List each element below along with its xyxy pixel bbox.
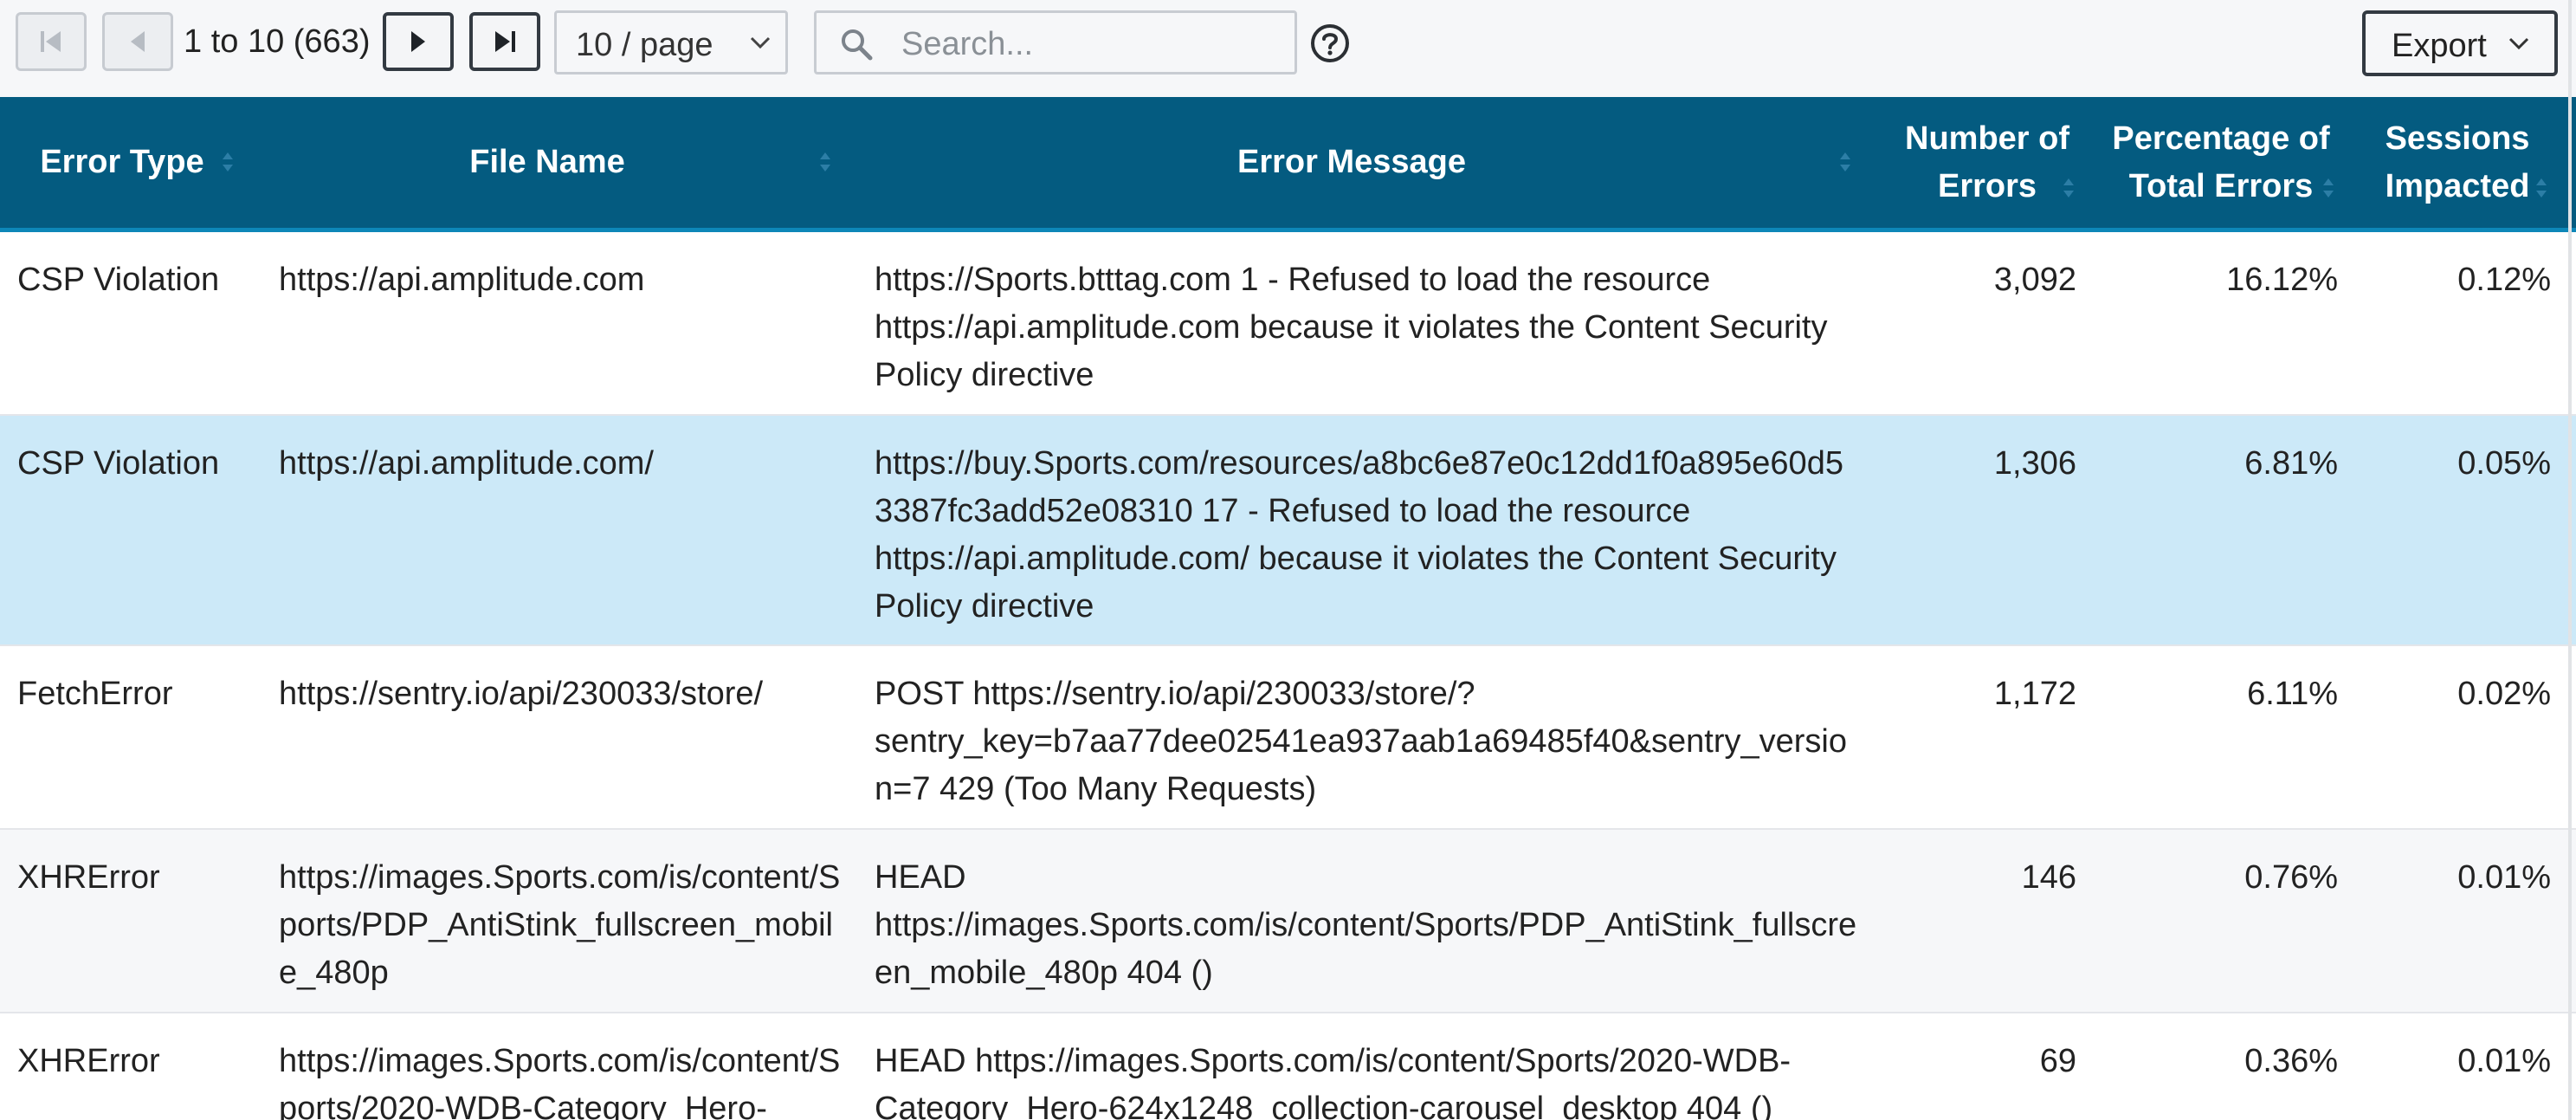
column-header-percentage-of-total-errors[interactable]: Percentage of Total Errors: [2095, 97, 2347, 228]
cell-sessions-impacted: 0.02%: [2457, 676, 2551, 712]
cell-error-message: POST https://sentry.io/api/230033/store/…: [875, 676, 1847, 807]
help-button[interactable]: [1309, 23, 1351, 68]
export-label: Export: [2392, 28, 2487, 64]
table-row[interactable]: XHRError https://images.Sports.com/is/co…: [0, 1013, 2576, 1120]
table-row[interactable]: CSP Violation https://api.amplitude.com …: [0, 232, 2576, 416]
cell-number-of-errors: 3,092: [1993, 262, 2076, 298]
sort-icon[interactable]: [2063, 177, 2075, 199]
cell-number-of-errors: 1,172: [1993, 676, 2076, 712]
cell-file-name: https://api.amplitude.com: [279, 262, 645, 298]
sort-icon[interactable]: [2322, 177, 2334, 199]
table-header: Error Type File Name Error Message Numbe…: [0, 97, 2576, 232]
cell-file-name: https://sentry.io/api/230033/store/: [279, 676, 764, 712]
cell-error-type: XHRError: [17, 1043, 160, 1079]
sort-icon[interactable]: [222, 151, 234, 173]
cell-file-name: https://api.amplitude.com/: [279, 445, 654, 482]
pagination-range: 1 to 10 (663): [184, 23, 371, 60]
search-icon: [842, 29, 873, 61]
grid-right-border: [2568, 0, 2572, 1120]
next-page-icon: [411, 31, 425, 52]
grid-toolbar: 1 to 10 (663) 10 / page Search... Export: [0, 0, 2576, 97]
table-row[interactable]: FetchError https://sentry.io/api/230033/…: [0, 646, 2576, 830]
cell-error-message: HEAD https://images.Sports.com/is/conten…: [875, 1043, 1792, 1120]
cell-percentage-of-total-errors: 0.36%: [2244, 1043, 2338, 1079]
sort-icon[interactable]: [1839, 151, 1851, 173]
cell-sessions-impacted: 0.01%: [2457, 859, 2551, 896]
cell-error-message: https://buy.Sports.com/resources/a8bc6e8…: [875, 445, 1843, 625]
cell-sessions-impacted: 0.12%: [2457, 262, 2551, 298]
cell-error-type: XHRError: [17, 859, 160, 896]
sort-icon[interactable]: [2535, 177, 2547, 199]
table-row[interactable]: CSP Violation https://api.amplitude.com/…: [0, 416, 2576, 646]
help-circle-icon: [1311, 24, 1349, 62]
column-header-file-name[interactable]: File Name: [244, 97, 850, 228]
cell-number-of-errors: 146: [2021, 859, 2076, 896]
cell-file-name: https://images.Sports.com/is/content/Spo…: [279, 859, 841, 991]
page-size-select[interactable]: 10 / page: [554, 10, 788, 74]
cell-percentage-of-total-errors: 16.12%: [2226, 262, 2338, 298]
cell-error-type: CSP Violation: [17, 262, 220, 298]
cell-number-of-errors: 69: [2039, 1043, 2076, 1079]
error-report-grid: 1 to 10 (663) 10 / page Search... Export…: [0, 0, 2576, 1120]
prev-page-button[interactable]: [102, 12, 173, 71]
search-input[interactable]: [900, 22, 1284, 67]
sort-icon[interactable]: [819, 151, 831, 173]
prev-page-icon: [131, 31, 145, 52]
export-button[interactable]: Export: [2362, 10, 2558, 76]
cell-percentage-of-total-errors: 6.11%: [2247, 676, 2338, 712]
last-page-icon: [495, 31, 515, 52]
chevron-down-icon: [750, 36, 771, 49]
page-size-value: 10 / page: [576, 27, 713, 63]
chevron-down-icon: [2508, 37, 2529, 50]
cell-file-name: https://images.Sports.com/is/content/Spo…: [279, 1043, 841, 1120]
cell-percentage-of-total-errors: 0.76%: [2244, 859, 2338, 896]
cell-error-message: https://Sports.btttag.com 1 - Refused to…: [875, 262, 1828, 393]
cell-sessions-impacted: 0.05%: [2457, 445, 2551, 482]
column-header-number-of-errors[interactable]: Number of Errors: [1879, 97, 2095, 228]
cell-error-message: HEAD https://images.Sports.com/is/conten…: [875, 859, 1857, 991]
last-page-button[interactable]: [469, 12, 540, 71]
cell-error-type: CSP Violation: [17, 445, 220, 482]
first-page-button[interactable]: [16, 12, 87, 71]
table-row[interactable]: XHRError https://images.Sports.com/is/co…: [0, 830, 2576, 1013]
column-header-error-message[interactable]: Error Message: [850, 97, 1853, 228]
first-page-icon: [41, 31, 61, 52]
search-box[interactable]: [814, 10, 1297, 74]
cell-percentage-of-total-errors: 6.81%: [2244, 445, 2338, 482]
cell-error-type: FetchError: [17, 676, 173, 712]
column-header-sessions-impacted[interactable]: Sessions Impacted: [2347, 97, 2568, 228]
cell-sessions-impacted: 0.01%: [2457, 1043, 2551, 1079]
column-header-error-type[interactable]: Error Type: [0, 97, 244, 228]
next-page-button[interactable]: [383, 12, 454, 71]
cell-number-of-errors: 1,306: [1993, 445, 2076, 482]
